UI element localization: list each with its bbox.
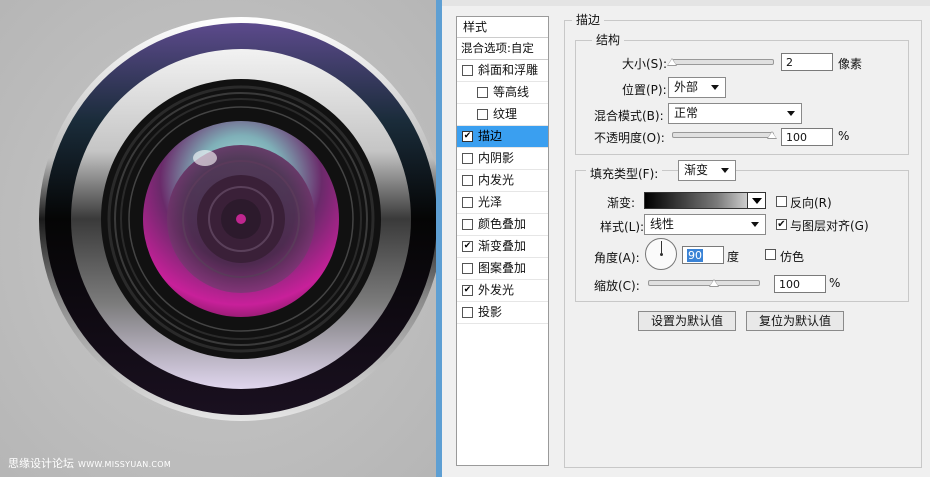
scale-unit: % bbox=[829, 276, 841, 290]
gradient-style-select[interactable]: 线性 bbox=[644, 214, 766, 235]
style-item-label: 内阴影 bbox=[478, 151, 515, 165]
gradient-style-label: 样式(L): bbox=[600, 220, 645, 234]
blend-mode-label: 混合模式(B): bbox=[594, 109, 664, 123]
align-checkbox[interactable]: ✔ bbox=[776, 219, 787, 230]
fill-type-select[interactable]: 渐变 bbox=[678, 160, 736, 181]
style-item-label: 内发光 bbox=[478, 173, 515, 187]
style-item-label: 纹理 bbox=[493, 107, 518, 121]
canvas-area: 思缘设计论坛 WWW.MISSYUAN.COM bbox=[0, 0, 436, 477]
style-item[interactable]: 内发光 bbox=[457, 170, 548, 192]
opacity-label: 不透明度(O): bbox=[594, 131, 665, 145]
watermark-url: WWW.MISSYUAN.COM bbox=[78, 460, 172, 469]
position-select[interactable]: 外部 bbox=[668, 77, 726, 98]
style-item-label: 外发光 bbox=[478, 283, 515, 297]
style-item-label: 图案叠加 bbox=[478, 261, 527, 275]
checkbox-checked-icon[interactable]: ✔ bbox=[462, 285, 473, 296]
style-item-label: 投影 bbox=[478, 305, 503, 319]
position-value: 外部 bbox=[674, 80, 699, 94]
angle-dial[interactable] bbox=[645, 238, 677, 270]
angle-input[interactable]: 90 bbox=[682, 246, 724, 264]
chevron-down-icon bbox=[752, 198, 762, 204]
opacity-slider-track[interactable] bbox=[672, 132, 774, 138]
checkbox-icon[interactable] bbox=[477, 109, 488, 120]
style-item[interactable]: ✔ 描边 bbox=[457, 126, 548, 148]
style-item-label: 等高线 bbox=[493, 85, 530, 99]
checkbox-icon[interactable] bbox=[462, 65, 473, 76]
gradient-style-value: 线性 bbox=[650, 217, 675, 231]
size-slider-track[interactable] bbox=[672, 59, 774, 65]
style-item[interactable]: 斜面和浮雕 bbox=[457, 60, 548, 82]
style-item[interactable]: 投影 bbox=[457, 302, 548, 324]
blend-mode-select[interactable]: 正常 bbox=[668, 103, 802, 124]
dialog-top-edge bbox=[442, 0, 930, 6]
set-default-button[interactable]: 设置为默认值 bbox=[638, 311, 736, 331]
chevron-down-icon bbox=[751, 222, 759, 227]
fill-type-value: 渐变 bbox=[684, 163, 709, 177]
layer-style-dialog: 样式 混合选项:自定 斜面和浮雕等高线纹理 ✔ 描边内阴影内发光光泽颜色叠加 ✔ 渐变叠… bbox=[442, 0, 930, 477]
checkbox-icon[interactable] bbox=[462, 263, 473, 274]
checkbox-icon[interactable] bbox=[477, 87, 488, 98]
opacity-unit: % bbox=[838, 129, 850, 143]
angle-label: 角度(A): bbox=[594, 251, 640, 265]
style-item[interactable]: ✔ 渐变叠加 bbox=[457, 236, 548, 258]
reset-default-button[interactable]: 复位为默认值 bbox=[746, 311, 844, 331]
style-item-label: 描边 bbox=[478, 129, 503, 143]
size-input[interactable]: 2 bbox=[781, 53, 833, 71]
position-label: 位置(P): bbox=[622, 83, 667, 97]
chevron-down-icon bbox=[711, 85, 719, 90]
checkbox-checked-icon[interactable]: ✔ bbox=[462, 131, 473, 142]
align-label: 与图层对齐(G) bbox=[790, 219, 869, 233]
opacity-slider-thumb[interactable] bbox=[767, 131, 777, 139]
watermark-text: 思缘设计论坛 bbox=[8, 457, 74, 470]
style-item[interactable]: 纹理 bbox=[457, 104, 548, 126]
style-item[interactable]: ✔ 外发光 bbox=[457, 280, 548, 302]
style-items: 斜面和浮雕等高线纹理 ✔ 描边内阴影内发光光泽颜色叠加 ✔ 渐变叠加图案叠加 ✔ 外发光投影 bbox=[457, 60, 548, 324]
checkbox-icon[interactable] bbox=[462, 153, 473, 164]
size-slider-thumb[interactable] bbox=[667, 58, 677, 66]
style-item-label: 颜色叠加 bbox=[478, 217, 527, 231]
dither-label: 仿色 bbox=[780, 250, 805, 264]
style-item-label: 渐变叠加 bbox=[478, 239, 527, 253]
chevron-down-icon bbox=[787, 111, 795, 116]
style-list: 样式 混合选项:自定 斜面和浮雕等高线纹理 ✔ 描边内阴影内发光光泽颜色叠加 ✔ 渐变叠… bbox=[456, 16, 549, 466]
scale-input[interactable]: 100 bbox=[774, 275, 826, 293]
size-label: 大小(S): bbox=[622, 57, 668, 71]
stroke-title: 描边 bbox=[572, 11, 605, 28]
scale-slider-thumb[interactable] bbox=[709, 279, 719, 287]
gradient-label: 渐变: bbox=[607, 196, 636, 210]
checkbox-icon[interactable] bbox=[462, 197, 473, 208]
dither-checkbox[interactable] bbox=[765, 249, 776, 260]
camera-lens-artwork bbox=[0, 0, 436, 477]
style-item[interactable]: 颜色叠加 bbox=[457, 214, 548, 236]
style-item[interactable]: 图案叠加 bbox=[457, 258, 548, 280]
size-unit: 像素 bbox=[838, 57, 863, 71]
angle-value: 90 bbox=[687, 249, 703, 262]
blend-options-item[interactable]: 混合选项:自定 bbox=[457, 38, 548, 60]
blend-mode-value: 正常 bbox=[674, 106, 699, 120]
angle-unit: 度 bbox=[727, 250, 740, 264]
checkbox-icon[interactable] bbox=[462, 175, 473, 186]
checkbox-icon[interactable] bbox=[462, 307, 473, 318]
opacity-input[interactable]: 100 bbox=[781, 128, 833, 146]
fill-type-label: 填充类型(F): bbox=[586, 165, 663, 182]
style-item-label: 斜面和浮雕 bbox=[478, 63, 539, 77]
watermark: 思缘设计论坛 WWW.MISSYUAN.COM bbox=[8, 455, 171, 471]
reverse-label: 反向(R) bbox=[790, 196, 832, 210]
style-list-header[interactable]: 样式 bbox=[457, 17, 548, 38]
scale-label: 缩放(C): bbox=[594, 279, 640, 293]
scale-slider-track[interactable] bbox=[648, 280, 760, 286]
style-item-label: 光泽 bbox=[478, 195, 503, 209]
style-item[interactable]: 光泽 bbox=[457, 192, 548, 214]
chevron-down-icon bbox=[721, 168, 729, 173]
structure-title: 结构 bbox=[592, 31, 625, 48]
checkbox-icon[interactable] bbox=[462, 219, 473, 230]
gradient-dropdown-button[interactable] bbox=[747, 192, 766, 209]
style-item[interactable]: 内阴影 bbox=[457, 148, 548, 170]
checkbox-checked-icon[interactable]: ✔ bbox=[462, 241, 473, 252]
style-item[interactable]: 等高线 bbox=[457, 82, 548, 104]
reverse-checkbox[interactable] bbox=[776, 196, 787, 207]
